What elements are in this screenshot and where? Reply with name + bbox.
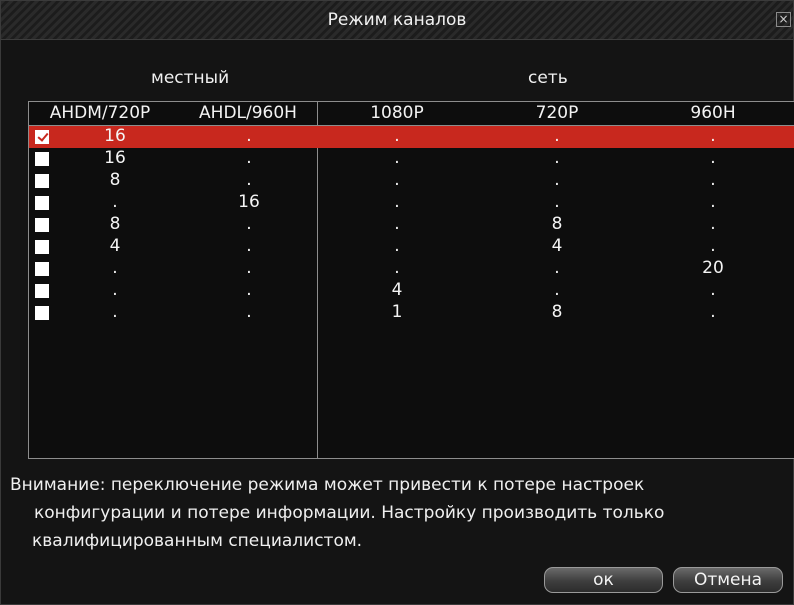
table-cell: . [394, 170, 400, 190]
column-header-1080p: 1080P [370, 103, 424, 123]
row-checkbox[interactable] [35, 262, 49, 276]
table-row[interactable]: 4.. 4. [29, 236, 794, 258]
table-cell: 16 [104, 126, 126, 146]
row-checkbox[interactable] [35, 152, 49, 166]
table-cell: . [710, 148, 716, 168]
table-cell: . [710, 126, 716, 146]
table-cell: 16 [104, 148, 126, 168]
table-cell: . [246, 236, 252, 256]
column-header-960h: 960H [690, 103, 736, 123]
table-cell: . [710, 236, 716, 256]
table-row[interactable]: 16.... [29, 126, 794, 148]
table-cell: 4 [109, 236, 121, 256]
table-cell: 20 [702, 258, 724, 278]
table-cell: 4 [391, 280, 403, 300]
table-cell: . [554, 280, 560, 300]
group-label-network: сеть [528, 68, 568, 88]
row-checkbox[interactable] [35, 174, 49, 188]
table-cell: . [112, 302, 118, 322]
ok-button[interactable]: ок [544, 567, 663, 593]
table-cell: . [394, 258, 400, 278]
channel-mode-dialog: Режим каналов × местный сеть AHDM/720P A… [0, 0, 794, 605]
table-cell: 1 [391, 302, 403, 322]
table-cell: . [394, 192, 400, 212]
row-checkbox[interactable] [35, 218, 49, 232]
table-cell: . [710, 170, 716, 190]
column-header-ahdm-720p: AHDM/720P [49, 103, 151, 123]
row-checkbox[interactable] [35, 240, 49, 254]
table-cell: . [246, 170, 252, 190]
table-cell: . [554, 192, 560, 212]
table-cell: 8 [109, 170, 121, 190]
close-icon[interactable]: × [776, 12, 791, 27]
row-checkbox[interactable] [35, 196, 49, 210]
row-checkbox[interactable] [35, 306, 49, 320]
row-checkbox[interactable] [35, 284, 49, 298]
title-bar: Режим каналов × [1, 1, 793, 40]
table-row[interactable]: .. 4.. [29, 280, 794, 302]
table-cell: . [246, 258, 252, 278]
table-cell: . [246, 302, 252, 322]
table-cell: 8 [551, 214, 563, 234]
table-cell: . [710, 214, 716, 234]
table-cell: . [394, 236, 400, 256]
table-row[interactable]: .... 20 [29, 258, 794, 280]
table-cell: . [554, 148, 560, 168]
table-cell: . [710, 280, 716, 300]
table-cell: . [112, 258, 118, 278]
dialog-title: Режим каналов [327, 10, 467, 30]
table-cell: 8 [551, 302, 563, 322]
cancel-button[interactable]: Отмена [673, 567, 783, 593]
table-cell: 4 [551, 236, 563, 256]
table-cell: . [554, 258, 560, 278]
column-header-ahdl-960h: AHDL/960H [199, 103, 297, 123]
table-cell: . [710, 192, 716, 212]
table-row[interactable]: 8.. 8. [29, 214, 794, 236]
warning-line-2: конфигурации и потере информации. Настро… [34, 503, 665, 523]
column-header-720p: 720P [535, 103, 579, 123]
table-cell: . [554, 170, 560, 190]
warning-notice: Внимание: переключение режима может прив… [10, 471, 790, 555]
table-cell: . [394, 148, 400, 168]
table-cell: . [710, 302, 716, 322]
table-row[interactable]: . 16... [29, 192, 794, 214]
table-cell: . [246, 280, 252, 300]
channel-rows: 16.... 16.... 8..... 16... 8.. 8. 4.. 4..... 20.… [29, 126, 794, 324]
table-cell: . [246, 214, 252, 234]
warning-line-3: квалифицированным специалистом. [32, 531, 363, 551]
table-cell: . [394, 126, 400, 146]
table-cell: . [246, 126, 252, 146]
group-label-local: местный [151, 68, 230, 88]
table-cell: . [112, 280, 118, 300]
table-cell: . [394, 214, 400, 234]
row-checkbox[interactable] [35, 130, 49, 144]
table-cell: 16 [238, 192, 260, 212]
table-cell: 8 [109, 214, 121, 234]
table-cell: . [246, 148, 252, 168]
table-row[interactable]: .. 1 8. [29, 302, 794, 324]
table-cell: . [112, 192, 118, 212]
table-row[interactable]: 16.... [29, 148, 794, 170]
table-cell: . [554, 126, 560, 146]
warning-line-1: Внимание: переключение режима может прив… [10, 475, 645, 495]
table-row[interactable]: 8.... [29, 170, 794, 192]
